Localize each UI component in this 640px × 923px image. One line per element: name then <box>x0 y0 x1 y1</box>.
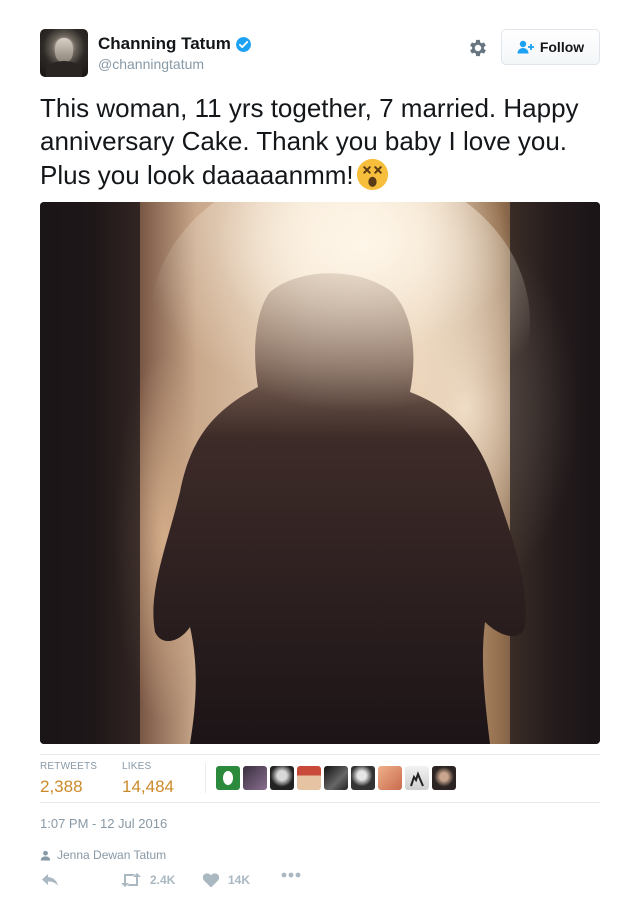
tagged-user[interactable]: Jenna Dewan Tatum <box>40 848 166 862</box>
reply-icon <box>42 874 58 886</box>
stats-vertical-divider <box>205 763 206 793</box>
retweets-stat[interactable]: RETWEETS 2,388 <box>40 761 97 797</box>
author-display-name[interactable]: Channing Tatum <box>98 34 231 54</box>
tweet-text: This woman, 11 yrs together, 7 married. … <box>40 93 579 190</box>
stats-divider-top <box>40 754 600 755</box>
tweet-text-block: This woman, 11 yrs together, 7 married. … <box>40 92 605 192</box>
likes-value: 14,484 <box>122 777 174 796</box>
liker-avatar[interactable] <box>243 766 267 790</box>
retweet-button[interactable]: 2.4K <box>120 872 175 888</box>
author-avatar[interactable] <box>40 29 88 77</box>
author-name-row: Channing Tatum <box>98 34 252 54</box>
more-button[interactable] <box>281 872 309 878</box>
likes-stat[interactable]: LIKES 14,484 <box>122 761 174 797</box>
like-button[interactable]: 14K <box>202 872 250 888</box>
reply-button[interactable] <box>40 872 68 888</box>
liker-avatar[interactable] <box>216 766 240 790</box>
retweet-count: 2.4K <box>150 873 176 887</box>
author-name-block[interactable]: Channing Tatum @channingtatum <box>98 34 252 72</box>
tagged-user-name: Jenna Dewan Tatum <box>57 848 167 862</box>
retweet-icon <box>121 873 141 887</box>
add-user-icon <box>517 40 534 54</box>
follow-button[interactable]: Follow <box>501 29 600 65</box>
silhouette-photo <box>40 202 600 744</box>
liker-avatar[interactable] <box>324 766 348 790</box>
avatar-face <box>55 38 73 62</box>
author-handle[interactable]: @channingtatum <box>98 56 252 72</box>
liker-avatar[interactable] <box>432 766 456 790</box>
tweet-header: Channing Tatum @channingtatum Follow <box>40 29 600 79</box>
retweets-value: 2,388 <box>40 777 83 796</box>
like-count: 14K <box>228 873 251 887</box>
avatar-shoulders <box>46 61 82 77</box>
stats-divider-bottom <box>40 802 600 803</box>
liker-avatars <box>216 766 459 790</box>
tweet-timestamp[interactable]: 1:07 PM - 12 Jul 2016 <box>40 816 167 831</box>
liker-avatar[interactable] <box>351 766 375 790</box>
likes-label: LIKES <box>122 761 152 772</box>
retweets-label: RETWEETS <box>40 761 98 772</box>
tweet-photo[interactable] <box>40 202 600 744</box>
tweet-actions: 2.4K 14K <box>40 872 340 894</box>
verified-badge-icon <box>235 36 251 52</box>
liker-avatar[interactable] <box>297 766 321 790</box>
more-dots-icon <box>281 872 301 878</box>
heart-icon <box>202 873 220 888</box>
follow-label: Follow <box>539 39 585 55</box>
liker-avatar[interactable] <box>405 766 429 790</box>
gear-icon[interactable] <box>467 37 489 59</box>
person-icon <box>40 850 51 861</box>
liker-avatar[interactable] <box>270 766 294 790</box>
dizzy-face-emoji-icon <box>356 158 388 191</box>
liker-avatar[interactable] <box>378 766 402 790</box>
